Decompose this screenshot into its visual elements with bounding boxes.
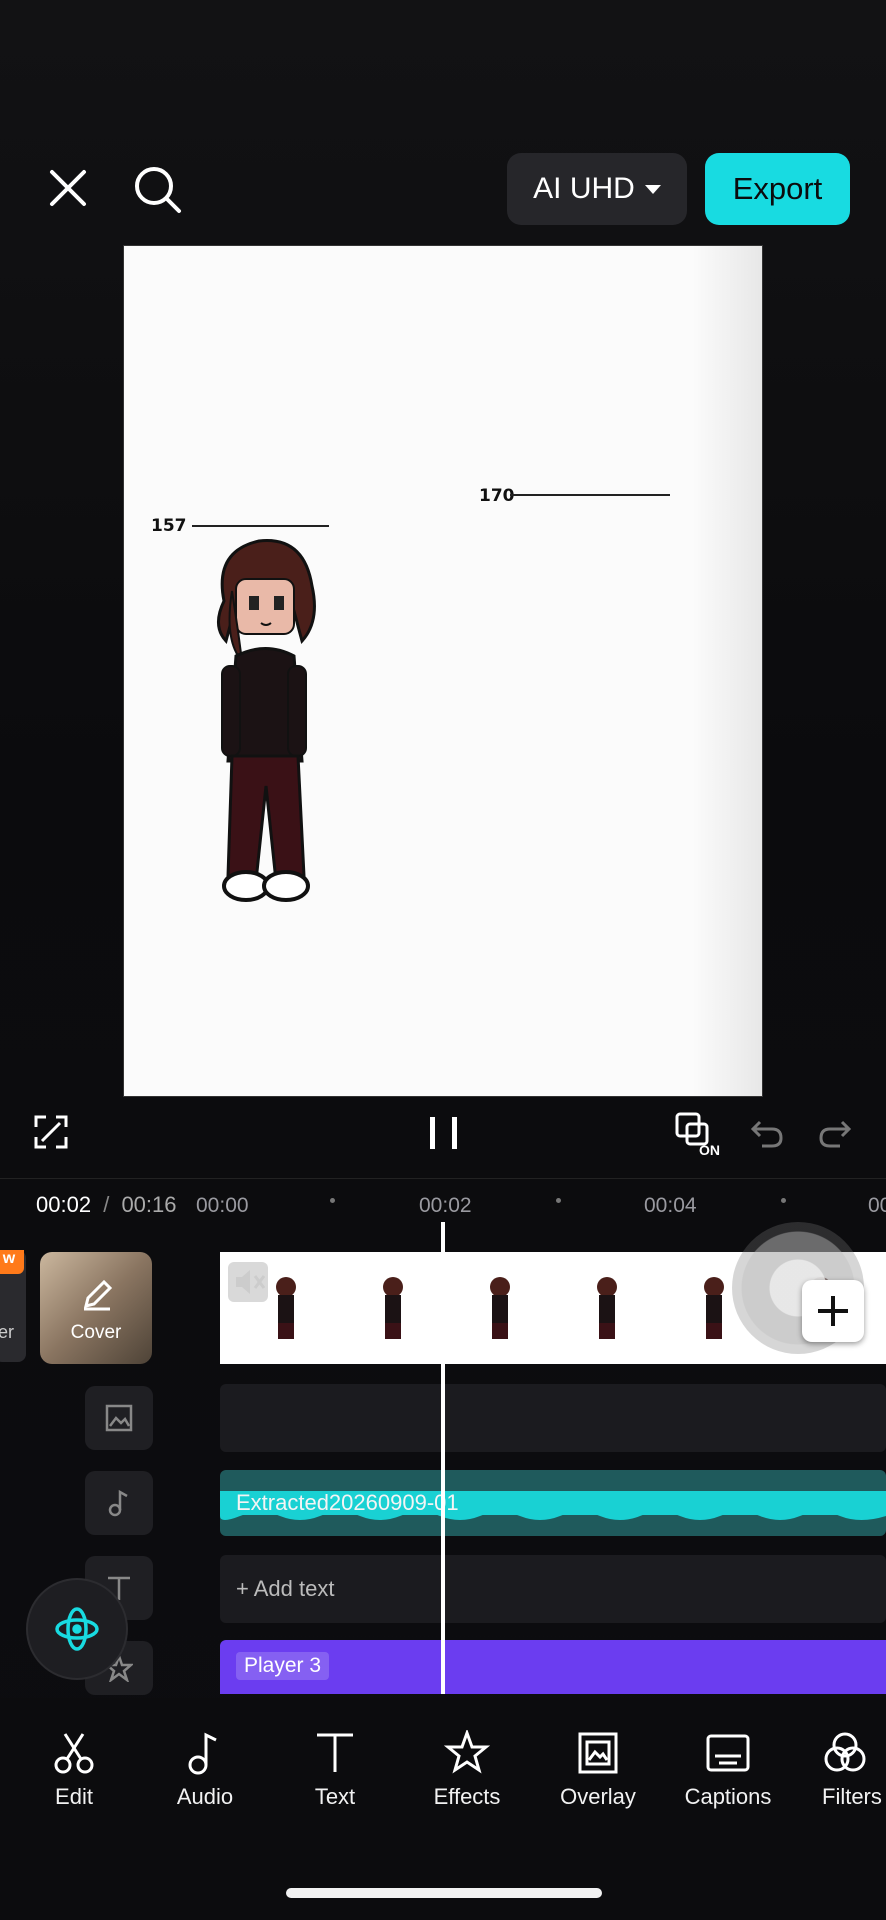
toolbar-edit-label: Edit <box>55 1784 93 1809</box>
editor-screen: AI UHD Export 157 170 ON 00:02 / 00:16 0… <box>0 0 886 1920</box>
height-label-left: 157 <box>151 516 187 536</box>
redo-icon[interactable] <box>818 1118 852 1148</box>
total-time: 00:16 <box>121 1192 177 1217</box>
toolbar-overlay-label: Overlay <box>560 1784 636 1809</box>
cover-left-label: er <box>0 1322 15 1342</box>
toolbar-audio-label: Audio <box>176 1784 234 1809</box>
add-clip-button[interactable] <box>802 1280 864 1342</box>
toolbar-captions-label: Captions <box>684 1784 772 1809</box>
tick-0: 00:00 <box>196 1194 249 1217</box>
toolbar-audio[interactable]: Audio <box>170 1730 240 1810</box>
toolbar-text[interactable]: Text <box>305 1730 365 1810</box>
search-icon[interactable] <box>130 162 186 218</box>
tick-2: 00:04 <box>644 1194 697 1217</box>
export-label: Export <box>732 171 823 206</box>
scissors-icon <box>54 1733 94 1774</box>
clip-thumbnail <box>596 1277 617 1339</box>
character-image <box>217 539 316 902</box>
tick-dot <box>330 1198 335 1203</box>
ai-assistant-button[interactable] <box>28 1580 126 1678</box>
toolbar-captions[interactable]: Captions <box>677 1730 779 1810</box>
playhead[interactable] <box>441 1222 445 1694</box>
toolbar-text-label: Text <box>314 1784 356 1809</box>
text-icon <box>317 1733 353 1772</box>
captions-icon <box>706 1734 750 1772</box>
effect-clip[interactable]: Player 3 <box>220 1640 886 1694</box>
video-preview[interactable]: 157 170 <box>123 245 763 1097</box>
preview-shadow <box>692 246 762 1096</box>
quality-label: AI UHD <box>533 172 635 205</box>
cover-left-tile[interactable]: w er <box>0 1250 26 1362</box>
home-indicator[interactable] <box>286 1888 602 1898</box>
pencil-icon <box>83 1279 113 1311</box>
plus-icon <box>818 1296 848 1326</box>
new-badge: w <box>0 1250 24 1274</box>
toolbar-overlay[interactable]: Overlay <box>553 1730 643 1810</box>
star-icon <box>444 1730 490 1774</box>
current-time: 00:02 <box>36 1192 92 1217</box>
tick-3: 00 <box>868 1194 886 1217</box>
undo-icon[interactable] <box>750 1118 784 1148</box>
clip-thumbnail <box>489 1277 510 1339</box>
fullscreen-icon[interactable] <box>34 1115 68 1149</box>
keyframe-overlay-toggle[interactable]: ON <box>675 1112 725 1158</box>
clip-thumbnail <box>382 1277 403 1339</box>
filters-icon <box>824 1732 866 1772</box>
music-note-icon <box>188 1732 217 1775</box>
add-text-label: + Add text <box>236 1576 335 1601</box>
export-button[interactable]: Export <box>705 153 850 225</box>
cover-label: Cover <box>70 1322 122 1343</box>
tick-dot <box>556 1198 561 1203</box>
time-display: 00:02 / 00:16 <box>36 1192 177 1218</box>
pause-icon[interactable] <box>428 1115 460 1151</box>
close-icon[interactable] <box>42 162 94 214</box>
chevron-down-icon <box>644 184 661 194</box>
toolbar-effects[interactable]: Effects <box>425 1730 509 1810</box>
overlay-track-icon[interactable] <box>85 1386 153 1450</box>
overlay-track[interactable] <box>220 1384 886 1452</box>
mute-clip-icon[interactable] <box>228 1262 268 1302</box>
height-label-right: 170 <box>479 486 515 506</box>
overlay-icon <box>578 1732 618 1774</box>
effect-clip-label: Player 3 <box>236 1652 330 1680</box>
quality-dropdown[interactable]: AI UHD <box>507 153 687 225</box>
height-line-left <box>192 525 329 527</box>
ai-orbit-icon <box>55 1607 99 1651</box>
cover-button[interactable]: Cover <box>40 1252 152 1364</box>
overlay-on-label: ON <box>699 1142 720 1158</box>
clip-thumbnail <box>275 1277 296 1339</box>
audio-clip-label: Extracted20260909-01 <box>236 1490 459 1515</box>
tick-1: 00:02 <box>419 1194 472 1217</box>
music-note-icon[interactable] <box>85 1471 153 1535</box>
clip-thumbnail <box>703 1277 724 1339</box>
toolbar-filters-label: Filters <box>822 1784 882 1809</box>
audio-clip[interactable]: Extracted20260909-01 <box>220 1470 886 1536</box>
tick-dot <box>781 1198 786 1203</box>
timeline-divider <box>0 1178 886 1179</box>
height-line-right <box>510 494 670 496</box>
toolbar-filters[interactable]: Filters <box>822 1730 886 1810</box>
time-separator: / <box>103 1192 110 1217</box>
toolbar-edit[interactable]: Edit <box>44 1730 104 1810</box>
add-text-button[interactable]: + Add text <box>220 1555 886 1623</box>
toolbar-effects-label: Effects <box>433 1784 501 1809</box>
